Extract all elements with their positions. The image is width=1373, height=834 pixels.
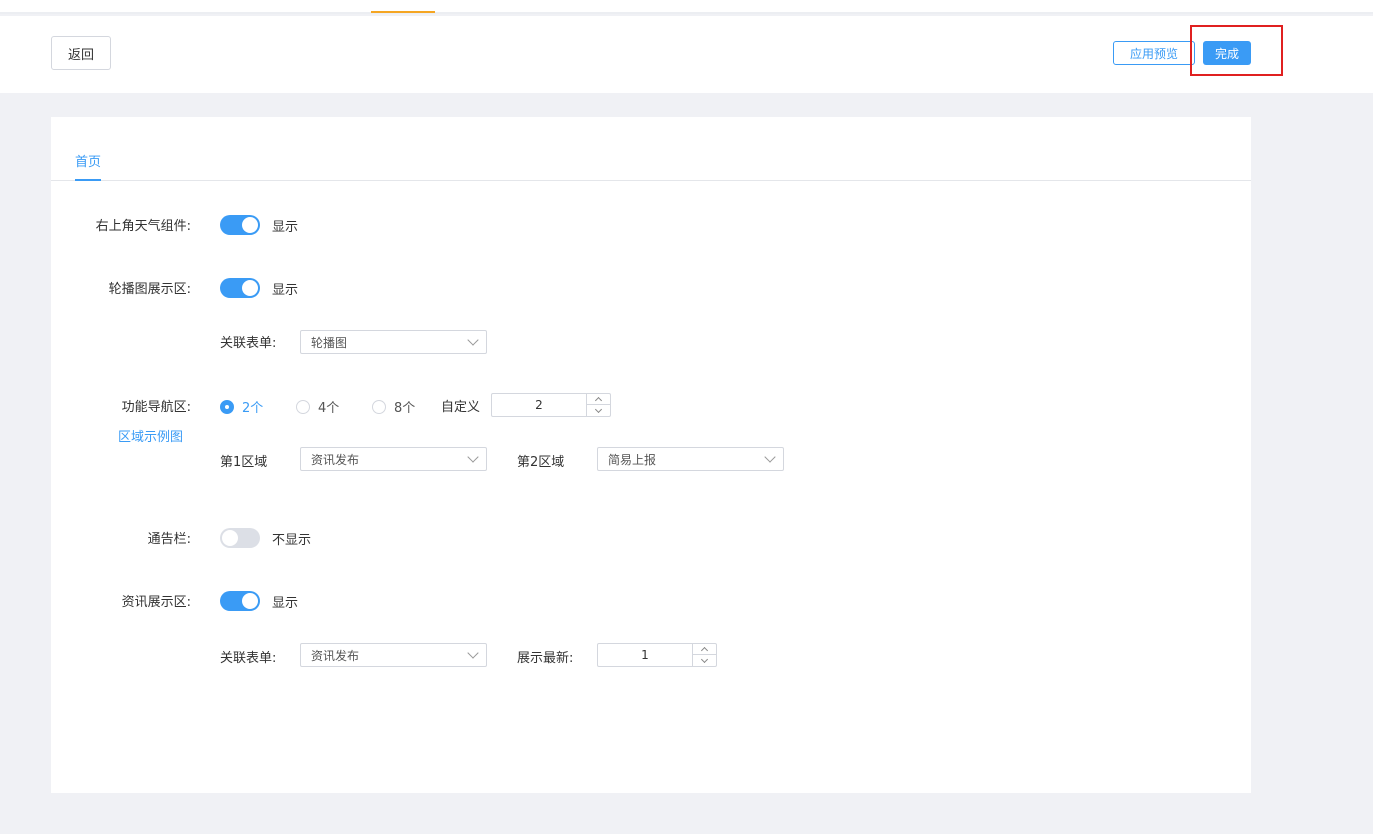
- nav-option-label: 8个: [394, 401, 416, 416]
- active-nav-indicator: [371, 11, 435, 13]
- news-status: 显示: [272, 596, 299, 611]
- decrement-icon[interactable]: [587, 405, 610, 416]
- notice-switch[interactable]: [220, 528, 260, 548]
- carousel-status: 显示: [272, 283, 299, 298]
- news-label: 资讯展示区:: [121, 595, 191, 610]
- notice-label: 通告栏:: [147, 532, 191, 547]
- radio-dot-icon: [372, 399, 386, 414]
- tab-home[interactable]: 首页: [75, 151, 102, 181]
- decrement-icon[interactable]: [693, 655, 716, 666]
- settings-card: 首页 右上角天气组件: 显示 轮播图展示区: 显示 关联表单: 轮播图 功能导航…: [51, 117, 1251, 793]
- area-example-link[interactable]: 区域示例图: [118, 426, 183, 445]
- carousel-form-label: 关联表单:: [220, 336, 277, 351]
- app-preview-button[interactable]: 应用预览: [1113, 41, 1195, 65]
- weather-status: 显示: [272, 220, 299, 235]
- stepper-buttons: [586, 394, 610, 416]
- custom-count-value[interactable]: 2: [492, 394, 586, 416]
- carousel-form-select[interactable]: 轮播图: [300, 330, 487, 354]
- weather-label: 右上角天气组件:: [95, 219, 191, 234]
- top-nav-strip: [0, 0, 1373, 14]
- area-1-select[interactable]: 资讯发布: [300, 447, 487, 471]
- area-1-label: 第1区域: [220, 455, 268, 470]
- news-switch[interactable]: [220, 591, 260, 611]
- news-form-select[interactable]: 资讯发布: [300, 643, 487, 667]
- increment-icon[interactable]: [693, 644, 716, 655]
- carousel-form-value: 轮播图: [311, 335, 348, 350]
- increment-icon[interactable]: [587, 394, 610, 405]
- page-header: 返回 应用预览 完成: [0, 16, 1373, 93]
- area-2-value: 简易上报: [608, 452, 657, 467]
- nav-option-label: 4个: [318, 401, 340, 416]
- news-form-label: 关联表单:: [220, 651, 277, 666]
- radio-dot-icon: [220, 399, 234, 414]
- nav-option-label: 2个: [242, 401, 264, 416]
- nav-label: 功能导航区:: [121, 400, 191, 415]
- nav-option-2[interactable]: 2个: [220, 397, 263, 416]
- latest-count-value[interactable]: 1: [598, 644, 692, 666]
- carousel-switch[interactable]: [220, 278, 260, 298]
- notice-status: 不显示: [272, 533, 312, 548]
- area-2-label: 第2区域: [517, 455, 565, 470]
- latest-count-stepper[interactable]: 1: [597, 643, 717, 667]
- custom-count-stepper[interactable]: 2: [491, 393, 611, 417]
- chevron-down-icon: [764, 451, 776, 463]
- tab-bar: 首页: [51, 117, 1251, 181]
- area-1-value: 资讯发布: [311, 452, 360, 467]
- weather-switch[interactable]: [220, 215, 260, 235]
- nav-option-4[interactable]: 4个: [296, 397, 339, 416]
- latest-label: 展示最新:: [517, 651, 574, 666]
- stepper-buttons: [692, 644, 716, 666]
- chevron-down-icon: [467, 451, 479, 463]
- carousel-label: 轮播图展示区:: [108, 282, 191, 297]
- area-2-select[interactable]: 简易上报: [597, 447, 784, 471]
- chevron-down-icon: [467, 334, 479, 346]
- nav-option-8[interactable]: 8个: [372, 397, 415, 416]
- custom-label: 自定义: [441, 400, 481, 415]
- chevron-down-icon: [467, 647, 479, 659]
- back-button[interactable]: 返回: [51, 36, 111, 70]
- news-form-value: 资讯发布: [311, 648, 360, 663]
- done-button[interactable]: 完成: [1203, 41, 1251, 65]
- radio-dot-icon: [296, 399, 310, 414]
